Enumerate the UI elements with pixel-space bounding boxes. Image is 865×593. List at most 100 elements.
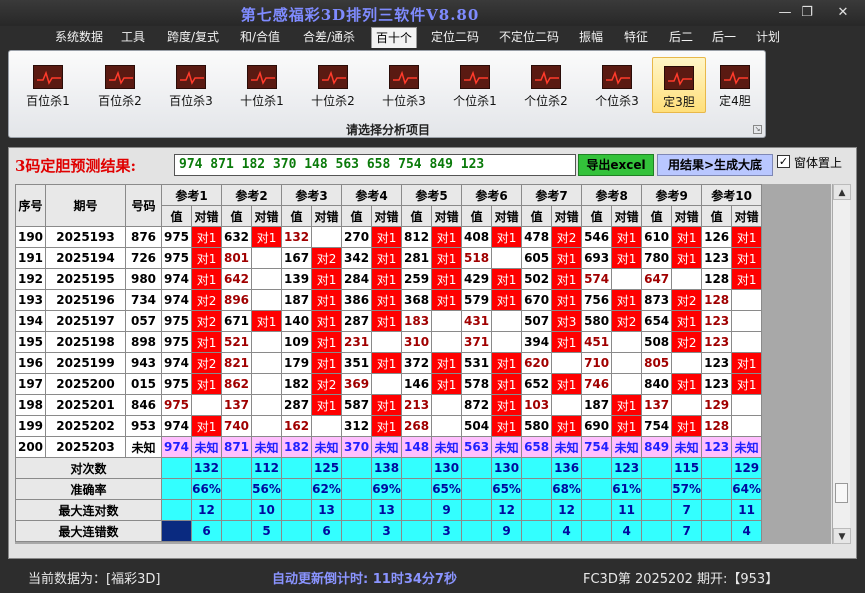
menu-item-6[interactable]: 定位二码: [423, 27, 487, 48]
column-header-value: 值: [281, 205, 313, 227]
ribbon-button-7[interactable]: 个位杀2: [515, 57, 577, 113]
hit-cell: 对1: [551, 331, 583, 353]
current-data-status: 当前数据为：[福彩3D]: [28, 572, 161, 587]
menu-item-5[interactable]: 百十个: [371, 27, 417, 48]
result-cell: [611, 331, 643, 353]
ribbon-button-10[interactable]: 定4胆: [710, 57, 760, 113]
stats-spacer: [221, 478, 253, 500]
value-cell: 259: [401, 268, 433, 290]
value-cell: 671: [221, 310, 253, 332]
menu-item-8[interactable]: 振幅: [571, 27, 611, 48]
menu-item-2[interactable]: 跨度/复式: [158, 27, 228, 48]
value-cell: 579: [461, 289, 493, 311]
ribbon-button-label: 个位杀3: [595, 94, 639, 108]
ribbon-button-6[interactable]: 个位杀1: [444, 57, 506, 113]
menu-item-3[interactable]: 和/合值: [231, 27, 289, 48]
menu-item-1[interactable]: 工具: [112, 27, 154, 48]
stats-value: 11: [611, 499, 643, 521]
stats-row: 最大连错数 6 5 6 3 3 9 4 4 7 4: [15, 520, 763, 542]
value-cell: 281: [401, 247, 433, 269]
stats-value: 66%: [190, 478, 223, 500]
stats-value: 5: [251, 520, 283, 542]
ribbon-button-9[interactable]: 定3胆: [652, 57, 706, 113]
generate-base-button[interactable]: 用结果>生成大底: [657, 154, 773, 176]
hit-cell: 对1: [431, 352, 463, 374]
stats-value: 136: [551, 457, 583, 479]
maximize-button[interactable]: ❐: [796, 5, 818, 21]
always-on-top-checkbox[interactable]: ✓: [777, 155, 790, 168]
ribbon-launcher-icon[interactable]: ↘: [753, 125, 762, 134]
menu-item-12[interactable]: 计划: [748, 27, 788, 48]
value-cell: 431: [461, 310, 493, 332]
table-row: 190 2025193 876 975 对1 632 对1 132 270 对1 812 对1 408 对…: [15, 226, 763, 248]
result-cell: 未知: [671, 436, 703, 458]
ribbon-button-1[interactable]: 百位杀2: [89, 57, 151, 113]
ribbon-button-3[interactable]: 十位杀1: [231, 57, 293, 113]
value-cell: 182: [281, 373, 313, 395]
stats-spacer: [341, 499, 373, 521]
stats-spacer: [461, 457, 493, 479]
column-header-result: 对错: [371, 205, 403, 227]
export-excel-button[interactable]: 导出excel: [578, 154, 654, 176]
seq-cell: 195: [15, 331, 46, 353]
scroll-thumb[interactable]: [835, 483, 848, 503]
hit-cell: 对1: [311, 394, 343, 416]
ribbon-button-label: 个位杀1: [453, 94, 497, 108]
seq-cell: 192: [15, 268, 46, 290]
column-header-ref: 参考2: [221, 184, 283, 206]
hit-cell: 对2: [551, 226, 583, 248]
hit-cell: 对1: [190, 415, 223, 437]
hit-cell: 对2: [190, 310, 223, 332]
ribbon-button-0[interactable]: 百位杀1: [17, 57, 79, 113]
hit-cell: 对1: [431, 289, 463, 311]
ribbon-button-5[interactable]: 十位杀3: [373, 57, 435, 113]
menu-item-4[interactable]: 合差/通杀: [292, 27, 366, 48]
stats-spacer: [641, 457, 673, 479]
table-row: 198 2025201 846 975 137 287 对1 587 对1 213 872 对1 103…: [15, 394, 763, 416]
hit-cell: 对1: [551, 247, 583, 269]
value-cell: 162: [281, 415, 313, 437]
trend-chart-icon: [105, 65, 135, 89]
value-cell: 521: [221, 331, 253, 353]
period-cell: 2025198: [45, 331, 126, 353]
value-cell: 658: [521, 436, 553, 458]
menu-item-11[interactable]: 后一: [704, 27, 744, 48]
period-cell: 2025202: [45, 415, 126, 437]
close-button[interactable]: ✕: [832, 5, 854, 21]
always-on-top-label: 窗体置上: [794, 156, 843, 170]
result-cell: [491, 310, 523, 332]
stats-value: 65%: [491, 478, 523, 500]
ribbon-button-4[interactable]: 十位杀2: [302, 57, 364, 113]
hit-cell: 对1: [371, 352, 403, 374]
stats-spacer: [641, 499, 673, 521]
vertical-scrollbar[interactable]: ▲ ▼: [832, 184, 851, 544]
ribbon-button-label: 十位杀3: [382, 94, 426, 108]
menu-item-0[interactable]: 系统数据: [44, 27, 114, 48]
value-cell: 368: [401, 289, 433, 311]
value-cell: 504: [461, 415, 493, 437]
stats-spacer: [701, 499, 733, 521]
prediction-result-field[interactable]: 974 871 182 370 148 563 658 754 849 123: [174, 154, 576, 176]
scroll-down-icon[interactable]: ▼: [833, 528, 851, 544]
ribbon-button-8[interactable]: 个位杀3: [586, 57, 648, 113]
menu-item-9[interactable]: 特征: [616, 27, 656, 48]
hit-cell: 对2: [671, 289, 703, 311]
ribbon-button-2[interactable]: 百位杀3: [160, 57, 222, 113]
trend-chart-icon: [318, 65, 348, 89]
stats-label: 最大连对数: [15, 499, 162, 521]
result-cell: [251, 289, 283, 311]
stats-spacer: [461, 478, 493, 500]
value-cell: 508: [641, 331, 673, 353]
menu-item-10[interactable]: 后二: [661, 27, 701, 48]
trend-chart-icon: [720, 65, 750, 89]
column-header-value: 值: [401, 205, 433, 227]
value-cell: 128: [701, 289, 733, 311]
hit-cell: 对1: [731, 373, 763, 395]
code-cell: 898: [125, 331, 162, 353]
menu-item-7[interactable]: 不定位二码: [491, 27, 567, 48]
scroll-up-icon[interactable]: ▲: [833, 184, 851, 200]
result-cell: [491, 331, 523, 353]
value-cell: 710: [581, 352, 613, 374]
column-header-ref: 参考3: [281, 184, 343, 206]
minimize-button[interactable]: —: [774, 5, 796, 21]
